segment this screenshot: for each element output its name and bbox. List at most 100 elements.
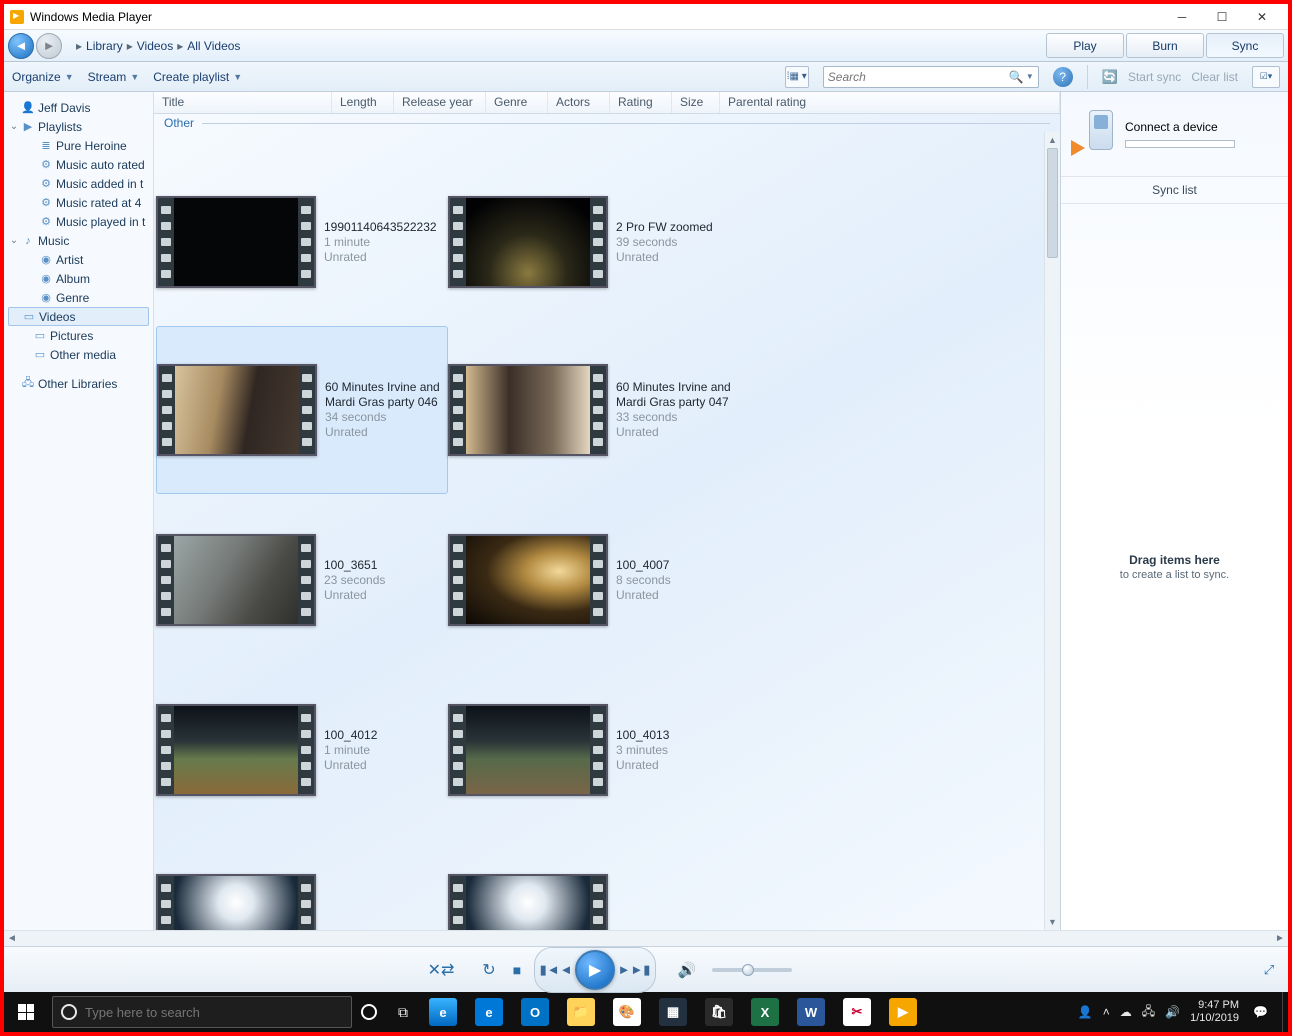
tree-playlist-item[interactable]: ⚙Music auto rated	[4, 155, 153, 174]
app-explorer[interactable]: 📁	[558, 992, 604, 1032]
tree-playlists[interactable]: ⌄▶Playlists	[4, 117, 153, 136]
stream-menu[interactable]: Stream▼	[88, 70, 140, 84]
scroll-thumb[interactable]	[1047, 148, 1058, 258]
search-icon[interactable]: 🔍	[1009, 70, 1024, 84]
start-sync-button[interactable]: Start sync	[1128, 70, 1181, 84]
start-button[interactable]	[4, 992, 48, 1032]
app-ie[interactable]: e	[420, 992, 466, 1032]
crumb-allvideos[interactable]: All Videos	[187, 39, 240, 53]
video-item[interactable]: 60 Minutes Irvine and Mardi Gras party 0…	[448, 326, 740, 494]
scroll-right-button[interactable]: ►	[1272, 933, 1288, 944]
show-desktop-button[interactable]	[1282, 992, 1288, 1032]
back-button[interactable]: ◄	[8, 33, 34, 59]
tree-playlist-item[interactable]: ⚙Music rated at 4	[4, 193, 153, 212]
scroll-down-button[interactable]: ▼	[1045, 914, 1060, 930]
organize-menu[interactable]: Organize▼	[12, 70, 74, 84]
tree-playlist-item[interactable]: ⚙Music added in t	[4, 174, 153, 193]
video-item[interactable]: 100_365123 secondsUnrated	[156, 496, 448, 664]
shuffle-button[interactable]: ✕⇄	[427, 956, 455, 984]
video-item[interactable]: 100_40078 secondsUnrated	[448, 496, 740, 664]
video-thumbnail[interactable]	[448, 196, 608, 288]
vertical-scrollbar[interactable]: ▲ ▼	[1044, 132, 1060, 930]
scroll-left-button[interactable]: ◄	[4, 933, 20, 944]
help-button[interactable]: ?	[1053, 67, 1073, 87]
tree-music[interactable]: ⌄♪Music	[4, 231, 153, 250]
video-thumbnail[interactable]	[156, 196, 316, 288]
forward-button[interactable]: ►	[36, 33, 62, 59]
tree-other-libraries[interactable]: 🖧Other Libraries	[4, 374, 153, 393]
task-view-button[interactable]: ⧉	[386, 1004, 420, 1021]
clock[interactable]: 9:47 PM 1/10/2019	[1190, 999, 1243, 1025]
create-playlist-menu[interactable]: Create playlist▼	[153, 70, 242, 84]
video-item[interactable]	[156, 836, 448, 930]
search-box[interactable]: 🔍▼	[823, 66, 1039, 88]
app-outlook[interactable]: O	[512, 992, 558, 1032]
tray-chevron-up-icon[interactable]: ˄	[1103, 1005, 1110, 1019]
app-excel[interactable]: X	[742, 992, 788, 1032]
people-icon[interactable]: 👤	[1078, 1005, 1093, 1019]
clear-list-button[interactable]: Clear list	[1191, 70, 1238, 84]
col-genre[interactable]: Genre	[486, 92, 548, 113]
tree-other-media[interactable]: ▭Other media	[4, 345, 153, 364]
scroll-up-button[interactable]: ▲	[1045, 132, 1060, 148]
volume-knob[interactable]	[742, 964, 754, 976]
sync-drop-area[interactable]: Drag items here to create a list to sync…	[1061, 204, 1288, 930]
action-center-icon[interactable]: 💬	[1253, 1005, 1268, 1019]
maximize-button[interactable]: ☐	[1202, 7, 1242, 27]
video-thumbnail[interactable]	[448, 704, 608, 796]
video-thumbnail[interactable]	[156, 704, 316, 796]
chevron-down-icon[interactable]: ▼	[1026, 72, 1034, 81]
video-thumbnail[interactable]	[157, 364, 317, 456]
view-options-button[interactable]: ⁞▦ ▾	[785, 66, 809, 88]
close-button[interactable]: ✕	[1242, 7, 1282, 27]
video-item[interactable]: 100_40121 minuteUnrated	[156, 666, 448, 834]
video-item[interactable]: 199011406435222321 minuteUnrated	[156, 158, 448, 326]
tree-playlist-item[interactable]: ⚙Music played in t	[4, 212, 153, 231]
volume-tray-icon[interactable]: 🔊	[1165, 1005, 1180, 1019]
switch-to-now-playing-button[interactable]: ⤢	[1260, 961, 1278, 979]
taskbar-search[interactable]	[52, 996, 352, 1028]
system-tray[interactable]: 👤 ˄ ☁ 🖧 🔊 9:47 PM 1/10/2019 💬	[1070, 999, 1276, 1025]
tab-play[interactable]: Play	[1046, 33, 1124, 58]
video-thumbnail[interactable]	[156, 534, 316, 626]
search-input[interactable]	[828, 70, 1009, 84]
taskbar-search-input[interactable]	[85, 1005, 343, 1020]
app-snip[interactable]: ✂	[834, 992, 880, 1032]
tab-sync[interactable]: Sync	[1206, 33, 1284, 58]
tree-artist[interactable]: ◉Artist	[4, 250, 153, 269]
minimize-button[interactable]: ─	[1162, 7, 1202, 27]
mute-button[interactable]: 🔊	[673, 956, 701, 984]
tab-burn[interactable]: Burn	[1126, 33, 1204, 58]
app-paint[interactable]: 🎨	[604, 992, 650, 1032]
video-item[interactable]	[448, 836, 740, 930]
next-button[interactable]: ►►▮	[619, 959, 649, 981]
stop-button[interactable]: ■	[503, 956, 531, 984]
tree-pictures[interactable]: ▭Pictures	[4, 326, 153, 345]
col-parental[interactable]: Parental rating	[720, 92, 1060, 113]
col-length[interactable]: Length	[332, 92, 394, 113]
video-item[interactable]: 100_40133 minutesUnrated	[448, 666, 740, 834]
video-thumbnail[interactable]	[156, 874, 316, 930]
tree-album[interactable]: ◉Album	[4, 269, 153, 288]
tree-user[interactable]: 👤Jeff Davis	[4, 98, 153, 117]
volume-slider[interactable]	[712, 968, 792, 972]
app-store[interactable]: 🛍	[696, 992, 742, 1032]
video-item[interactable]: 60 Minutes Irvine and Mardi Gras party 0…	[156, 326, 448, 494]
video-item[interactable]: 2 Pro FW zoomed39 secondsUnrated	[448, 158, 740, 326]
cortana-button[interactable]	[352, 1004, 386, 1020]
col-size[interactable]: Size	[672, 92, 720, 113]
repeat-button[interactable]: ↻	[475, 956, 503, 984]
tree-genre[interactable]: ◉Genre	[4, 288, 153, 307]
col-rating[interactable]: Rating	[610, 92, 672, 113]
horizontal-scrollbar[interactable]: ◄ ►	[4, 930, 1288, 946]
network-tray-icon[interactable]: 🖧	[1142, 1002, 1155, 1023]
tree-playlist-item[interactable]: ≣Pure Heroine	[4, 136, 153, 155]
app-edge[interactable]: e	[466, 992, 512, 1032]
tree-videos[interactable]: ▭Videos	[8, 307, 149, 326]
col-title[interactable]: Title	[154, 92, 332, 113]
video-thumbnail[interactable]	[448, 534, 608, 626]
previous-button[interactable]: ▮◄◄	[541, 959, 571, 981]
play-button[interactable]: ▶	[575, 950, 615, 990]
group-header[interactable]: Other	[154, 114, 1060, 132]
sync-options-button[interactable]: ☑▾	[1252, 66, 1280, 88]
